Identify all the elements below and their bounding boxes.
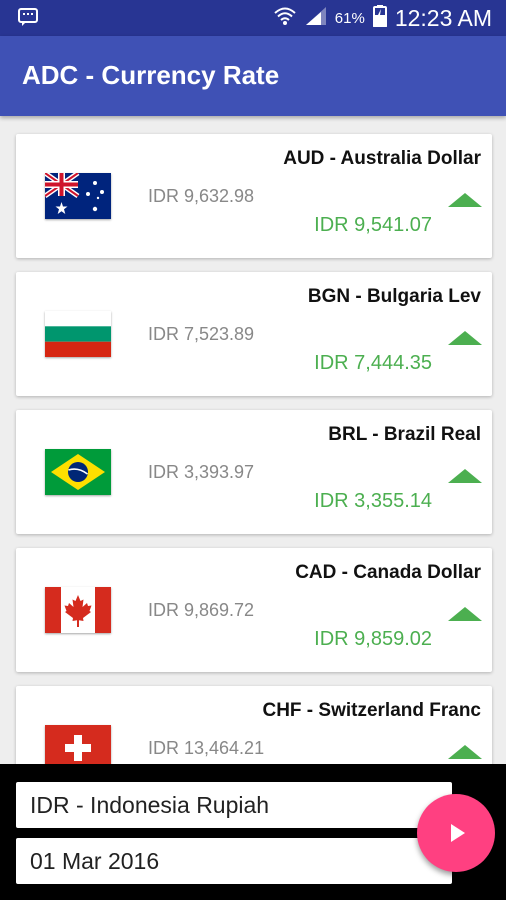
currency-name: CAD - Canada Dollar [295, 562, 481, 583]
buy-rate: IDR 7,523.89 [148, 324, 255, 344]
buy-rate: IDR 9,632.98 [148, 186, 255, 206]
currency-card-aud[interactable]: AUD - Australia Dollar IDR 9,632.98 IDR … [16, 134, 492, 258]
status-bar: 61% 12:23 AM [0, 0, 506, 36]
base-currency-selector[interactable]: IDR - Indonesia Rupiah [16, 782, 452, 828]
date-picker-field[interactable]: 01 Mar 2016 [16, 838, 452, 884]
currency-card-bgn[interactable]: BGN - Bulgaria Lev IDR 7,523.89 IDR 7,44… [16, 272, 492, 396]
currency-card-cad[interactable]: CAD - Canada Dollar IDR 9,869.72 IDR 9,8… [16, 548, 492, 672]
currency-name: BRL - Brazil Real [328, 424, 481, 445]
switzerland-flag-icon [45, 725, 111, 764]
trend-up-icon [448, 193, 482, 207]
buy-rate: IDR 13,464.21 [148, 738, 265, 758]
signal-icon [305, 6, 327, 30]
trend-up-icon [448, 607, 482, 621]
battery-charging-icon [372, 5, 387, 31]
currency-card-brl[interactable]: BRL - Brazil Real IDR 3,393.97 IDR 3,355… [16, 410, 492, 534]
bulgaria-flag-icon [45, 311, 111, 357]
sell-rate: IDR 9,541.07 [314, 214, 432, 236]
buy-rate: IDR 3,393.97 [148, 462, 255, 482]
currency-list[interactable]: AUD - Australia Dollar IDR 9,632.98 IDR … [0, 116, 506, 764]
status-clock: 12:23 AM [394, 4, 492, 31]
battery-percentage: 61% [334, 9, 365, 27]
wifi-icon [273, 6, 297, 30]
canada-flag-icon [45, 587, 111, 633]
sell-rate: IDR 3,355.14 [314, 490, 432, 512]
currency-card-chf[interactable]: CHF - Switzerland Franc IDR 13,464.21 [16, 686, 492, 764]
sell-rate: IDR 9,859.02 [314, 628, 432, 650]
trend-up-icon [448, 331, 482, 345]
currency-name: CHF - Switzerland Franc [262, 700, 481, 721]
trend-up-icon [448, 469, 482, 483]
message-notification-icon [18, 8, 38, 31]
buy-rate: IDR 9,869.72 [148, 600, 255, 620]
currency-name: AUD - Australia Dollar [283, 148, 481, 169]
app-title: ADC - Currency Rate [22, 60, 280, 90]
australia-flag-icon [45, 173, 111, 219]
play-icon [451, 824, 465, 842]
sell-rate: IDR 7,444.35 [314, 352, 432, 374]
trend-up-icon [448, 745, 482, 759]
app-bar: ADC - Currency Rate [0, 36, 506, 116]
brazil-flag-icon [45, 449, 111, 495]
currency-name: BGN - Bulgaria Lev [307, 286, 481, 307]
play-fab-button[interactable] [417, 794, 495, 872]
